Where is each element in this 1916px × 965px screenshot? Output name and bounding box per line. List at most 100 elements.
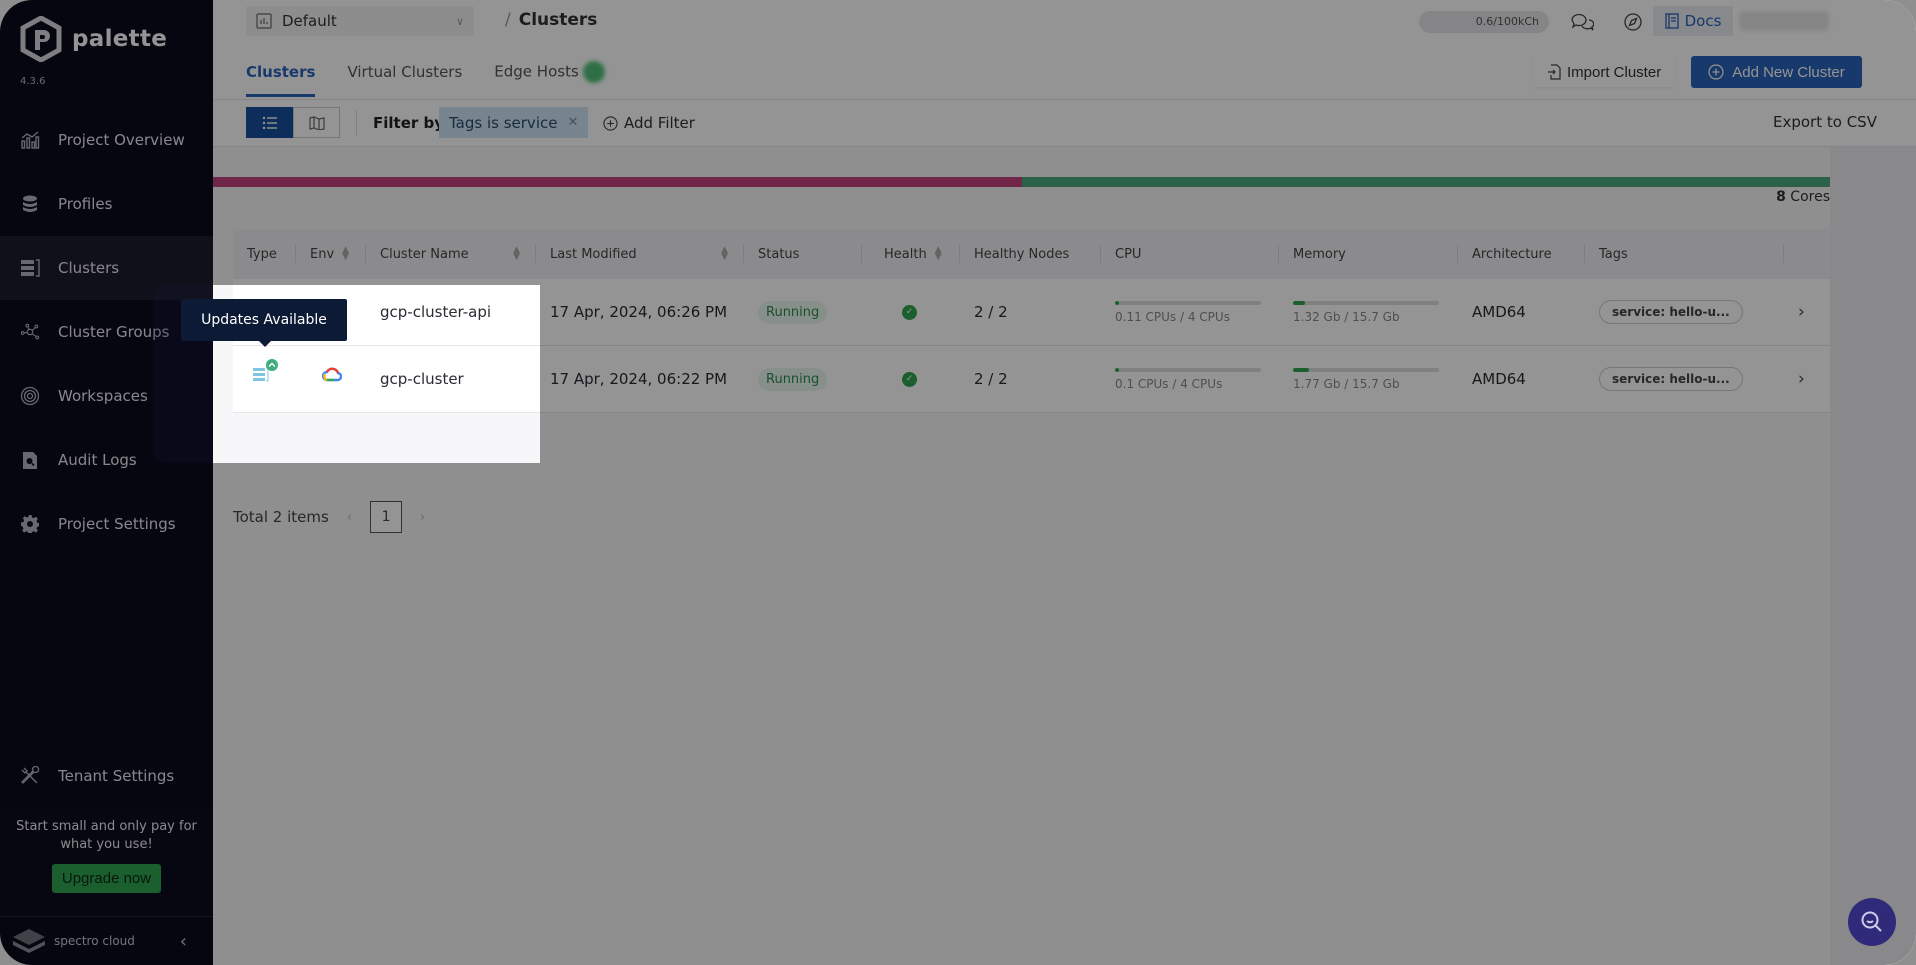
sort-icon[interactable]: ▲ ▼	[935, 246, 942, 262]
status-badge: Running	[758, 367, 828, 391]
sort-icon[interactable]: ▲ ▼	[342, 246, 349, 262]
top-bar: Default ∨ / Clusters 0.6/100kCh Docs	[213, 0, 1916, 44]
sidebar-item-label: Clusters	[58, 259, 120, 277]
sidebar: palette 4.3.6 Project Overview Profiles	[0, 0, 213, 965]
cores-unit: Cores	[1790, 189, 1830, 205]
promo-text: Start small and only pay for what you us…	[16, 819, 197, 852]
column-header-memory: Memory	[1279, 229, 1458, 279]
app-name: palette	[72, 26, 168, 52]
sidebar-footer: spectro cloud ‹	[0, 916, 213, 965]
previous-page-icon[interactable]: ‹	[347, 510, 352, 525]
map-view-button[interactable]	[293, 107, 340, 138]
tab-virtual-clusters[interactable]: Virtual Clusters	[347, 47, 462, 97]
sidebar-item-project-overview[interactable]: Project Overview	[0, 108, 213, 172]
next-page-icon[interactable]: ›	[420, 510, 425, 525]
divider	[356, 110, 357, 136]
cores-summary: 8 Cores	[1776, 189, 1830, 205]
gcp-cloud-icon	[321, 366, 343, 382]
upgrade-button[interactable]: Upgrade now	[51, 864, 162, 893]
import-cluster-button[interactable]: Import Cluster	[1533, 57, 1676, 87]
memory-meter: 1.32 Gb / 15.7 Gb	[1293, 300, 1439, 324]
table-row[interactable]: gcp-cluster 17 Apr, 2024, 06:22 PM Runni…	[233, 346, 1830, 413]
cluster-name[interactable]: gcp-cluster-api	[366, 279, 536, 346]
tab-clusters[interactable]: Clusters	[246, 47, 316, 97]
tooltip: Updates Available	[181, 299, 347, 347]
page-number[interactable]: 1	[370, 501, 403, 533]
palette-logo-icon	[20, 16, 62, 62]
help-search-button[interactable]	[1848, 898, 1896, 946]
user-menu[interactable]	[1739, 11, 1829, 31]
project-chart-icon	[256, 13, 272, 29]
new-badge	[582, 61, 605, 83]
compass-icon[interactable]	[1621, 11, 1645, 33]
sidebar-item-audit-logs[interactable]: Audit Logs	[0, 428, 213, 492]
sort-icon[interactable]: ▲ ▼	[513, 246, 520, 262]
clusters-icon	[20, 258, 40, 278]
add-new-cluster-label: Add New Cluster	[1732, 63, 1845, 81]
pagination: Total 2 items ‹ 1 ›	[233, 497, 425, 537]
import-icon	[1548, 64, 1561, 80]
column-header-last-modified[interactable]: Last Modified ▲ ▼	[536, 229, 744, 279]
project-selector[interactable]: Default ∨	[246, 6, 474, 36]
chart-icon	[20, 130, 40, 150]
audit-icon	[20, 450, 40, 470]
cpu-meter-fill	[1115, 367, 1120, 372]
cpu-meter-fill	[1115, 300, 1120, 305]
column-header-tags: Tags	[1585, 229, 1784, 279]
upgrade-promo: Start small and only pay for what you us…	[0, 808, 213, 916]
docs-label: Docs	[1684, 12, 1722, 30]
cpu-meter: 0.1 CPUs / 4 CPUs	[1115, 367, 1261, 391]
sidebar-item-project-settings[interactable]: Project Settings	[0, 492, 213, 556]
breadcrumb-separator: /	[505, 10, 511, 30]
sidebar-item-clusters[interactable]: Clusters	[0, 236, 213, 300]
collapse-sidebar-icon[interactable]: ‹	[180, 931, 187, 952]
tab-edge-hosts[interactable]: Edge Hosts	[494, 45, 605, 99]
tag-badge[interactable]: service: hello-u...	[1599, 367, 1743, 391]
spectro-cloud-logo-icon	[13, 929, 45, 953]
sidebar-item-workspaces[interactable]: Workspaces	[0, 364, 213, 428]
chevron-right-icon[interactable]: ›	[1798, 302, 1805, 322]
healthy-nodes: 2 / 2	[974, 303, 1008, 321]
cores-usage-bar	[213, 177, 1830, 187]
cores-value: 8	[1776, 189, 1786, 205]
health-check-icon: ✓	[902, 371, 917, 387]
sidebar-item-label: Audit Logs	[58, 451, 137, 469]
gear-icon	[20, 514, 40, 534]
cluster-type-icon[interactable]	[248, 358, 282, 388]
status-badge: Running	[758, 300, 828, 324]
sidebar-item-label: Profiles	[58, 195, 113, 213]
column-header-architecture: Architecture	[1458, 229, 1585, 279]
health-check-icon: ✓	[902, 304, 917, 320]
filter-chip[interactable]: Tags is service ✕	[439, 107, 589, 138]
docs-button[interactable]: Docs	[1653, 6, 1733, 36]
column-header-health[interactable]: Health ▲ ▼	[862, 229, 960, 279]
table-header: Type Env ▲ ▼ Cluster Name ▲ ▼ Last Modified ▲…	[233, 229, 1830, 279]
cluster-name[interactable]: gcp-cluster	[366, 346, 536, 413]
total-items: Total 2 items	[233, 508, 329, 526]
last-modified: 17 Apr, 2024, 06:22 PM	[550, 370, 728, 388]
filter-bar: Filter by: Tags is service ✕ Add Filter …	[213, 100, 1916, 146]
add-new-cluster-button[interactable]: Add New Cluster	[1691, 56, 1862, 88]
sidebar-item-profiles[interactable]: Profiles	[0, 172, 213, 236]
chat-icon[interactable]	[1570, 11, 1594, 33]
usage-bar-segment	[213, 177, 1022, 187]
column-header-env[interactable]: Env ▲ ▼	[296, 229, 366, 279]
sort-icon[interactable]: ▲ ▼	[721, 246, 728, 262]
list-view-button[interactable]	[246, 107, 293, 138]
chevron-right-icon[interactable]: ›	[1798, 369, 1805, 389]
table-row[interactable]: gcp-cluster-api 17 Apr, 2024, 06:26 PM R…	[233, 279, 1830, 346]
list-icon	[262, 116, 277, 129]
close-icon[interactable]: ✕	[567, 115, 578, 130]
page-title: Clusters	[518, 10, 598, 30]
usage-bar-segment	[1021, 177, 1830, 187]
logo[interactable]: palette	[20, 16, 167, 62]
map-icon	[308, 115, 325, 130]
sidebar-item-tenant-settings[interactable]: Tenant Settings	[0, 744, 213, 808]
add-filter-button[interactable]: Add Filter	[603, 114, 695, 132]
export-csv-button[interactable]: Export to CSV	[1773, 113, 1877, 131]
cluster-tabs: Clusters Virtual Clusters Edge Hosts	[246, 44, 605, 100]
column-header-cluster-name[interactable]: Cluster Name ▲ ▼	[366, 229, 536, 279]
tag-badge[interactable]: service: hello-u...	[1599, 300, 1743, 324]
usage-meter[interactable]: 0.6/100kCh	[1419, 11, 1549, 33]
cpu-usage-text: 0.1 CPUs / 4 CPUs	[1115, 376, 1223, 391]
